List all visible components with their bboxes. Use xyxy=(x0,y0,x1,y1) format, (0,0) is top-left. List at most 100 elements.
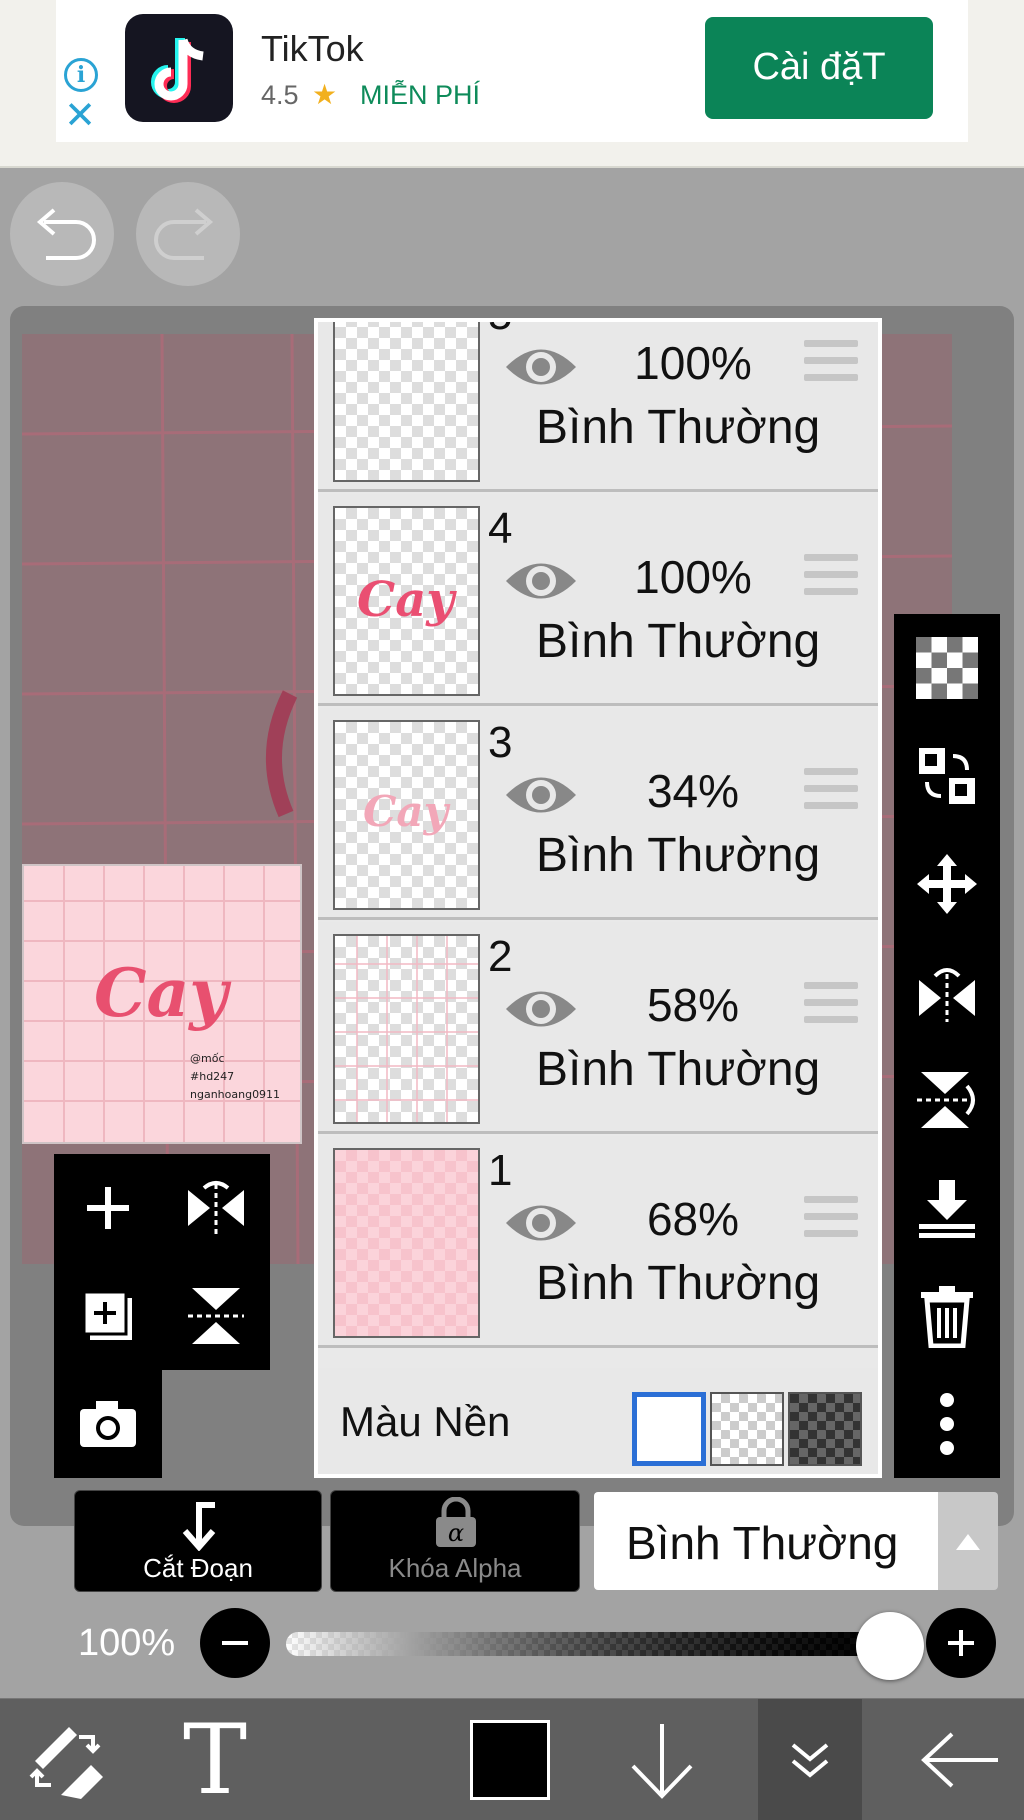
camera-icon[interactable] xyxy=(54,1370,162,1478)
opacity-slider-handle[interactable] xyxy=(856,1612,924,1680)
bg-dark-checker-swatch[interactable] xyxy=(788,1392,862,1466)
layer-thumbnail[interactable] xyxy=(333,1148,480,1338)
opacity-slider-track[interactable] xyxy=(286,1632,896,1656)
more-icon[interactable] xyxy=(894,1370,1000,1478)
right-toolbox xyxy=(894,614,1000,1478)
layer-row[interactable]: Cay 3 34% Bình Thường xyxy=(318,708,878,920)
layer-number: 2 xyxy=(488,932,513,981)
flip-vertical-icon[interactable] xyxy=(162,1262,270,1370)
layer-blend-mode: Bình Thường xyxy=(536,1257,821,1310)
flip-horizontal-icon[interactable] xyxy=(162,1154,270,1262)
eye-icon[interactable] xyxy=(504,1198,578,1248)
clipping-button[interactable]: Cắt Đoạn xyxy=(74,1490,322,1592)
eye-icon[interactable] xyxy=(504,770,578,820)
bottom-toolbar: T xyxy=(0,1698,1024,1820)
brush-eraser-swap-icon[interactable] xyxy=(10,1699,122,1820)
layer-opacity: 58% xyxy=(646,979,740,1031)
layer-row[interactable]: 2 58% Bình Thường xyxy=(318,922,878,1134)
left-toolbox-camera xyxy=(54,1370,162,1478)
opacity-increase-button[interactable] xyxy=(926,1608,996,1678)
bg-transparent-swatch[interactable] xyxy=(710,1392,784,1466)
text-tool-glyph: T xyxy=(182,1704,248,1816)
eye-icon[interactable] xyxy=(504,984,578,1034)
layer-thumbnail[interactable]: Cay xyxy=(333,720,480,910)
drag-handle-icon[interactable] xyxy=(804,340,858,390)
move-icon[interactable] xyxy=(894,830,1000,938)
svg-text:α: α xyxy=(448,1519,464,1547)
undo-icon xyxy=(36,208,96,260)
eye-icon[interactable] xyxy=(504,556,578,606)
chevron-up-icon xyxy=(956,1534,980,1550)
swap-layer-icon[interactable] xyxy=(894,722,1000,830)
background-color-label: Màu Nền xyxy=(340,1398,511,1445)
layer-blend-mode: Bình Thường xyxy=(536,829,821,882)
tiktok-logo-icon[interactable] xyxy=(125,14,233,122)
layer-row[interactable]: 1 68% Bình Thường xyxy=(318,1136,878,1348)
alpha-lock-label: Khóa Alpha xyxy=(388,1553,522,1583)
text-tool-icon[interactable]: T xyxy=(160,1699,270,1820)
eye-icon[interactable] xyxy=(504,342,578,392)
plus-icon xyxy=(948,1630,974,1656)
layer-number: 1 xyxy=(488,1146,513,1195)
layer-blend-mode: Bình Thường xyxy=(536,615,821,668)
merge-down-icon[interactable] xyxy=(894,1154,1000,1262)
layer-number: 3 xyxy=(488,718,513,767)
star-icon: ★ xyxy=(312,79,338,110)
blend-mode-value: Bình Thường xyxy=(626,1517,899,1569)
blend-mode-select[interactable]: Bình Thường xyxy=(594,1492,938,1590)
svg-text:Cay: Cay xyxy=(363,787,451,836)
layer-number: 5 xyxy=(488,322,512,340)
minus-icon xyxy=(222,1641,248,1645)
layers-panel: 5 100% Bình Thường Cay 4 100% Bình Thườn… xyxy=(314,318,882,1478)
layer-row[interactable]: 5 100% Bình Thường xyxy=(318,322,878,492)
layer-thumbnail[interactable] xyxy=(333,322,480,482)
drag-handle-icon[interactable] xyxy=(804,1196,858,1246)
undo-button[interactable] xyxy=(10,182,114,286)
ad-app-name: TikTok xyxy=(261,28,364,69)
ad-rating: 4.5 xyxy=(261,80,299,110)
drag-handle-icon[interactable] xyxy=(804,982,858,1032)
layer-thumbnail[interactable] xyxy=(333,934,480,1124)
layer-opacity: 100% xyxy=(634,337,752,389)
trash-icon[interactable] xyxy=(894,1262,1000,1370)
transparency-icon[interactable] xyxy=(894,614,1000,722)
ad-price: MIỄN PHÍ xyxy=(360,80,481,110)
alpha-lock-button[interactable]: α Khóa Alpha xyxy=(330,1490,580,1592)
ad-close-icon[interactable]: ✕ xyxy=(62,97,98,135)
ad-install-button[interactable]: Cài đặT xyxy=(705,17,933,119)
clip-arrow-icon xyxy=(182,1502,216,1551)
redo-button[interactable] xyxy=(136,182,240,286)
layer-opacity: 34% xyxy=(646,765,740,817)
back-arrow-icon[interactable] xyxy=(904,1699,1016,1820)
arrow-down-icon[interactable] xyxy=(612,1699,712,1820)
color-swatch[interactable] xyxy=(462,1699,558,1820)
layer-row[interactable]: Cay 4 100% Bình Thường xyxy=(318,494,878,706)
layer-thumbnail[interactable]: Cay xyxy=(333,506,480,696)
flip-h-icon[interactable] xyxy=(894,938,1000,1046)
ad-banner: i ✕ TikTok 4.5 ★ MIỄN PHÍ Cài đặT xyxy=(0,0,1024,168)
layer-opacity: 68% xyxy=(646,1193,740,1245)
redo-icon xyxy=(154,208,214,260)
thumbnail-credits: @mốc #hd247 nganhoang0911 xyxy=(190,1050,280,1104)
add-layer-icon[interactable] xyxy=(54,1154,162,1262)
background-color-row: Màu Nền xyxy=(318,1368,878,1474)
credit-line: @mốc xyxy=(190,1052,225,1065)
layers-toggle-icon[interactable] xyxy=(758,1699,862,1820)
bg-white-swatch[interactable] xyxy=(632,1392,706,1466)
drag-handle-icon[interactable] xyxy=(804,554,858,604)
drag-handle-icon[interactable] xyxy=(804,768,858,818)
flip-v-icon[interactable] xyxy=(894,1046,1000,1154)
opacity-value: 100% xyxy=(78,1622,176,1664)
credit-line: nganhoang0911 xyxy=(190,1088,281,1101)
layer-blend-mode: Bình Thường xyxy=(536,401,821,454)
duplicate-layer-icon[interactable] xyxy=(54,1262,162,1370)
blend-mode-dropdown-button[interactable] xyxy=(938,1492,998,1590)
opacity-decrease-button[interactable] xyxy=(200,1608,270,1678)
clipping-label: Cắt Đoạn xyxy=(143,1553,253,1583)
ad-info-icon[interactable]: i xyxy=(64,58,98,92)
layer-number: 4 xyxy=(488,504,513,553)
svg-text:Cay: Cay xyxy=(357,572,457,628)
left-toolbox xyxy=(54,1154,270,1370)
credit-line: #hd247 xyxy=(190,1070,235,1083)
layer-blend-mode: Bình Thường xyxy=(536,1043,821,1096)
